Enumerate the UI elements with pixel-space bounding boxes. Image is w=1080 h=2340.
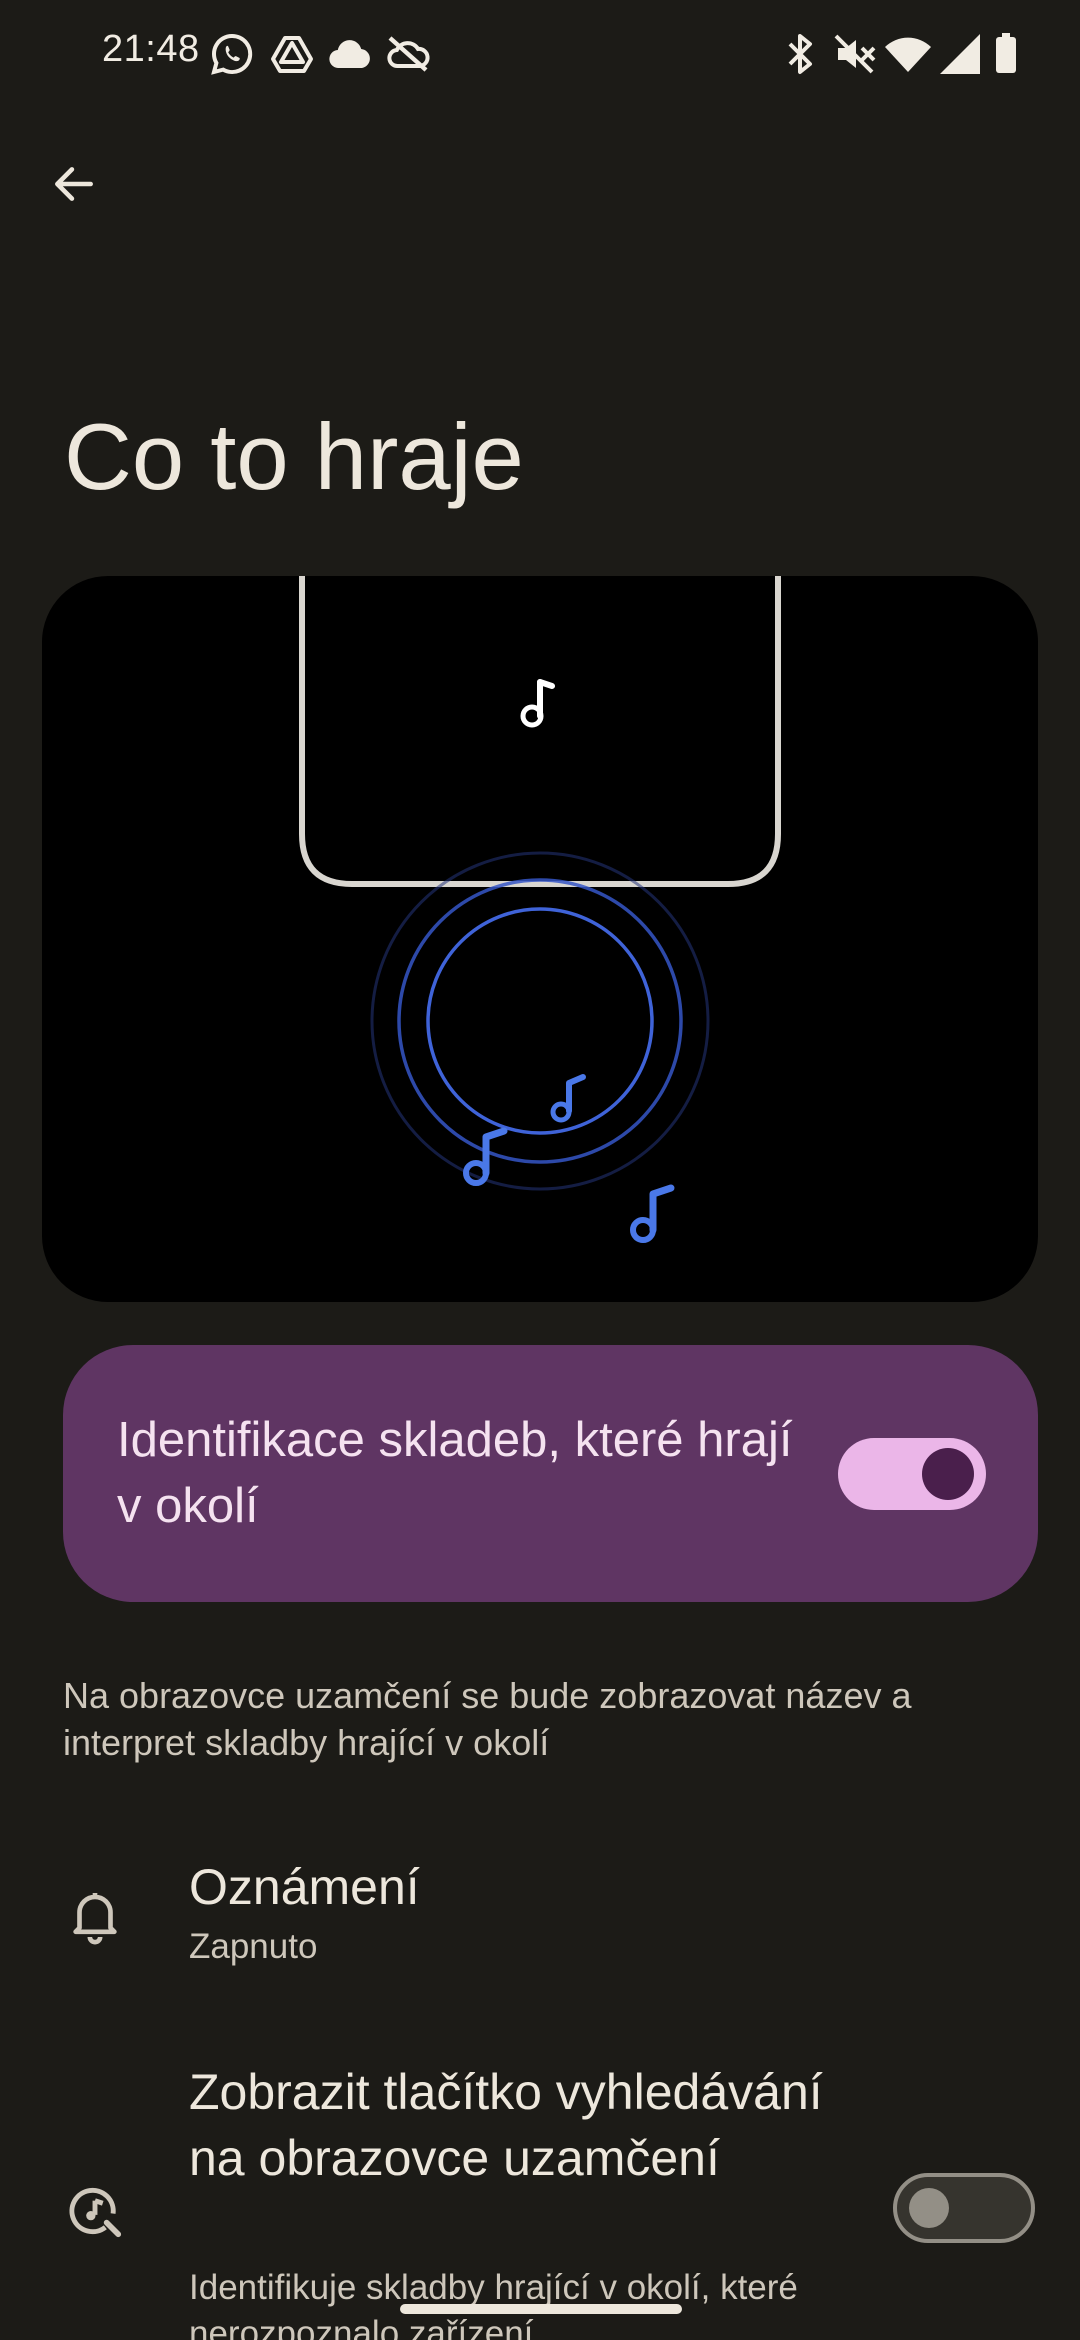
gesture-navigation-bar[interactable] [400, 2304, 682, 2314]
page-title: Co to hraje [64, 404, 524, 509]
music-search-icon [64, 2180, 126, 2242]
search-button-description: Identifikuje skladby hrající v okolí, kt… [189, 2268, 798, 2340]
switch-thumb [909, 2188, 949, 2228]
main-toggle-switch[interactable] [838, 1438, 986, 1510]
feature-description: Na obrazovce uzamčení se bude zobrazovat… [63, 1675, 912, 1763]
vibrate-off-icon [830, 30, 878, 78]
blue-music-note-icon [550, 1074, 586, 1123]
status-bar: 21:48 [0, 0, 1080, 110]
now-playing-illustration [42, 576, 1038, 1302]
switch-thumb [922, 1448, 974, 1500]
lockscreen-search-button-row[interactable]: Zobrazit tlačítko vyhledávání na obrazov… [0, 2055, 1080, 2340]
battery-icon [982, 30, 1030, 78]
wifi-icon [884, 30, 932, 78]
notifications-title: Oznámení [189, 1859, 420, 1915]
sound-wave-circles [370, 851, 710, 1191]
status-time: 21:48 [102, 28, 200, 70]
signal-icon [936, 30, 984, 78]
now-playing-main-toggle[interactable]: Identifikace skladeb, které hrají v okol… [63, 1345, 1038, 1602]
search-button-toggle[interactable] [893, 2173, 1035, 2243]
whatsapp-icon [208, 30, 256, 78]
bluetooth-icon [776, 30, 824, 78]
main-toggle-label: Identifikace skladeb, které hrají v okol… [117, 1413, 793, 1533]
cloud-off-icon [384, 30, 432, 78]
now-playing-settings-screen: 21:48 Co to hraje Identifikace skladeb, … [0, 0, 1080, 2340]
notifications-row[interactable]: Oznámení Zapnuto [0, 1840, 1080, 1990]
arrow-back-icon [55, 167, 93, 201]
blue-music-note-icon [630, 1184, 675, 1243]
phone-outline [299, 576, 781, 887]
music-note-icon [520, 679, 555, 728]
cloud-icon [326, 30, 374, 78]
search-button-title: Zobrazit tlačítko vyhledávání na obrazov… [189, 2064, 823, 2186]
drive-icon [268, 30, 316, 78]
back-button[interactable] [36, 146, 112, 222]
bell-icon [64, 1884, 126, 1946]
notifications-status: Zapnuto [189, 1927, 318, 1966]
